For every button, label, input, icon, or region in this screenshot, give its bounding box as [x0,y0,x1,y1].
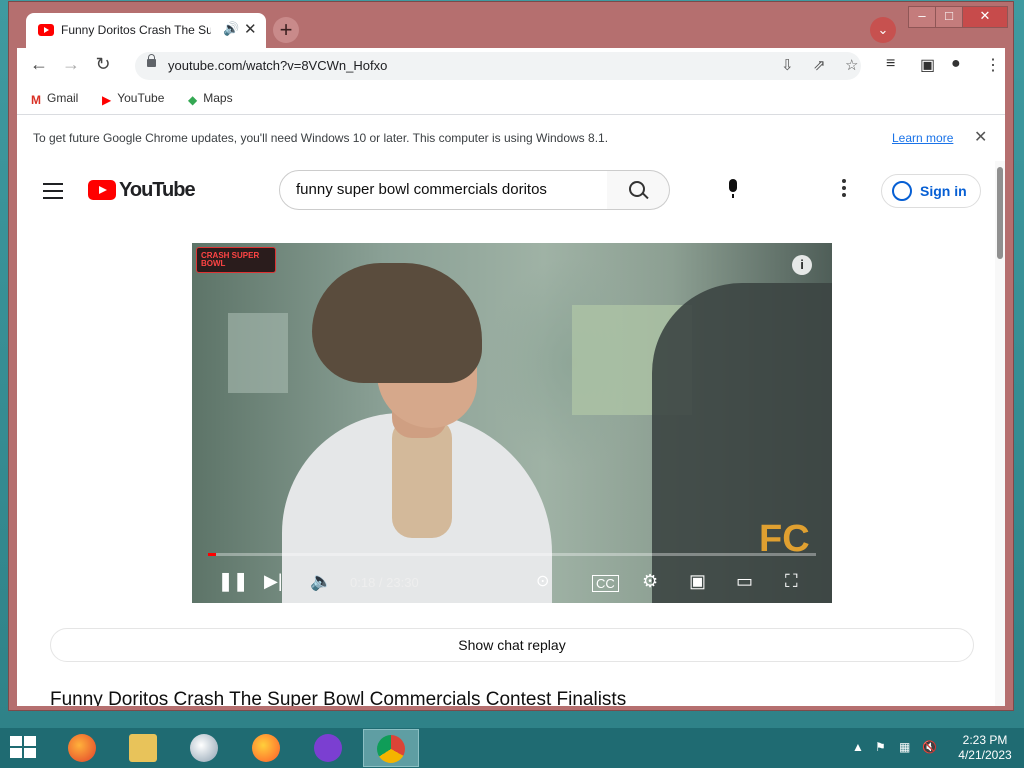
search-button[interactable] [607,170,670,210]
youtube-favicon-icon [38,24,54,36]
media-icon[interactable] [302,729,354,767]
clock[interactable]: 2:23 PM 4/21/2023 [950,733,1020,763]
chat-replay-label: Show chat replay [458,637,566,653]
bookmark-maps[interactable]: ◆ Maps [188,91,233,107]
lock-icon [147,54,156,67]
show-chat-replay-button[interactable]: Show chat replay [50,628,974,662]
settings-gear-icon[interactable]: ⚙ [642,571,658,592]
new-tab-button[interactable]: + [273,17,299,43]
miniplayer-icon[interactable]: ▣ [689,571,706,592]
tab-search-button[interactable]: ⌄ [870,17,896,43]
bookmark-star-icon[interactable]: ☆ [845,56,858,74]
clock-date: 4/21/2023 [958,748,1012,762]
video-frame-detail [228,313,288,393]
chrome-menu-icon[interactable]: ⋮ [985,55,1001,75]
menu-icon[interactable] [43,183,63,204]
browser-tab[interactable]: Funny Doritos Crash The Sup 🔊 ✕ [26,13,266,48]
video-frame-detail [312,263,482,383]
bookmark-label: Maps [203,91,233,105]
side-panel-icon[interactable]: ▣ [920,55,935,75]
bookmark-gmail[interactable]: M Gmail [31,91,78,107]
share-icon[interactable]: ⇗ [813,56,826,74]
microphone-icon[interactable] [729,179,737,198]
chrome-window: Funny Doritos Crash The Sup 🔊 ✕ + ⌄ – □ … [9,2,1013,710]
taskbar: ▲ ⚑ ▦ 🔇 2:23 PM 4/21/2023 [0,728,1024,768]
address-bar[interactable]: youtube.com/watch?v=8VCWn_Hofxo ⇩ ⇗ ☆ [135,52,861,80]
youtube-play-icon [88,180,116,200]
autoplay-toggle[interactable]: ⊙ [536,571,549,591]
theater-mode-icon[interactable]: ▭ [736,571,753,592]
youtube-icon: ▶ [102,93,112,107]
player-controls: ❚❚ ▶| 🔈 0:18 / 23:30 ⊙ CC ⚙ ▣ ▭ ⛶ [192,563,832,603]
channel-watermark: CRASH SUPER BOWL [196,247,276,273]
sign-in-label: Sign in [920,183,967,199]
chrome-icon[interactable] [363,729,419,767]
fullscreen-icon[interactable]: ⛶ [785,571,798,592]
bookmark-label: Gmail [47,91,79,105]
network-icon[interactable]: ▦ [899,740,910,754]
firefox-icon[interactable] [56,729,108,767]
watermark-text: CRASH SUPER BOWL [201,251,260,268]
search-query[interactable]: funny super bowl commercials doritos [296,181,547,198]
tray-arrow-icon[interactable]: ▲ [852,740,864,754]
gmail-icon: M [31,93,41,107]
settings-kebab-icon[interactable] [842,179,846,200]
tab-close-icon[interactable]: ✕ [244,20,257,38]
info-icon[interactable]: i [792,255,812,275]
pause-icon[interactable]: ❚❚ [218,571,248,592]
media-control-icon[interactable]: ≡ [886,55,895,73]
browser-toolbar: ← → ↻ youtube.com/watch?v=8VCWn_Hofxo ⇩ … [17,48,1005,84]
speaker-icon[interactable]: 🔊 [223,21,239,37]
page-content: YouTube funny super bowl commercials dor… [17,161,1005,706]
next-icon[interactable]: ▶| [264,571,283,592]
minimize-button[interactable]: – [908,6,936,28]
tab-title: Funny Doritos Crash The Sup [61,23,211,37]
video-player[interactable]: CRASH SUPER BOWL i FC ❚❚ ▶| 🔈 0:18 / 23:… [192,243,832,603]
captions-icon[interactable]: CC [592,575,619,592]
muted-volume-icon[interactable]: 🔇 [922,740,937,754]
infobar-message: To get future Google Chrome updates, you… [33,131,609,145]
maps-icon: ◆ [188,93,198,107]
scrollbar[interactable] [995,161,1005,706]
progress-fill [208,553,216,556]
search-icon [629,181,645,197]
sign-in-button[interactable]: Sign in [881,174,981,208]
bookmark-label: YouTube [117,91,165,105]
search-input[interactable]: funny super bowl commercials doritos ✕ [279,170,627,210]
scrollbar-thumb[interactable] [997,167,1003,259]
bookmarks-bar: M Gmail ▶ YouTube ◆ Maps [17,84,1005,114]
back-arrow-icon[interactable]: ← [27,54,51,75]
close-window-button[interactable]: ✕ [962,6,1008,28]
account-icon [892,181,912,201]
learn-more-link[interactable]: Learn more [892,131,953,145]
install-icon[interactable]: ⇩ [781,56,794,74]
flag-icon[interactable]: ⚑ [875,740,886,754]
file-explorer-icon[interactable] [117,729,169,767]
maximize-button[interactable]: □ [935,6,963,28]
update-infobar: To get future Google Chrome updates, you… [17,114,1005,162]
bookmark-youtube[interactable]: ▶ YouTube [102,91,164,107]
time-display: 0:18 / 23:30 [350,575,419,590]
reload-icon[interactable]: ↻ [91,54,115,75]
thunderbird-icon[interactable] [178,729,230,767]
progress-bar[interactable] [208,553,816,556]
volume-icon[interactable]: 🔈 [310,571,332,592]
url-text[interactable]: youtube.com/watch?v=8VCWn_Hofxo [168,58,387,73]
profile-icon[interactable]: ● [951,55,961,73]
youtube-wordmark: YouTube [119,179,196,201]
title-bar: Funny Doritos Crash The Sup 🔊 ✕ + ⌄ – □ … [9,2,1013,48]
video-title: Funny Doritos Crash The Super Bowl Comme… [50,689,627,706]
forward-arrow-icon[interactable]: → [59,54,83,75]
infobar-close-icon[interactable]: ✕ [974,127,987,147]
start-button[interactable] [10,736,38,760]
firefox-icon[interactable] [240,729,292,767]
clock-time: 2:23 PM [962,733,1008,747]
